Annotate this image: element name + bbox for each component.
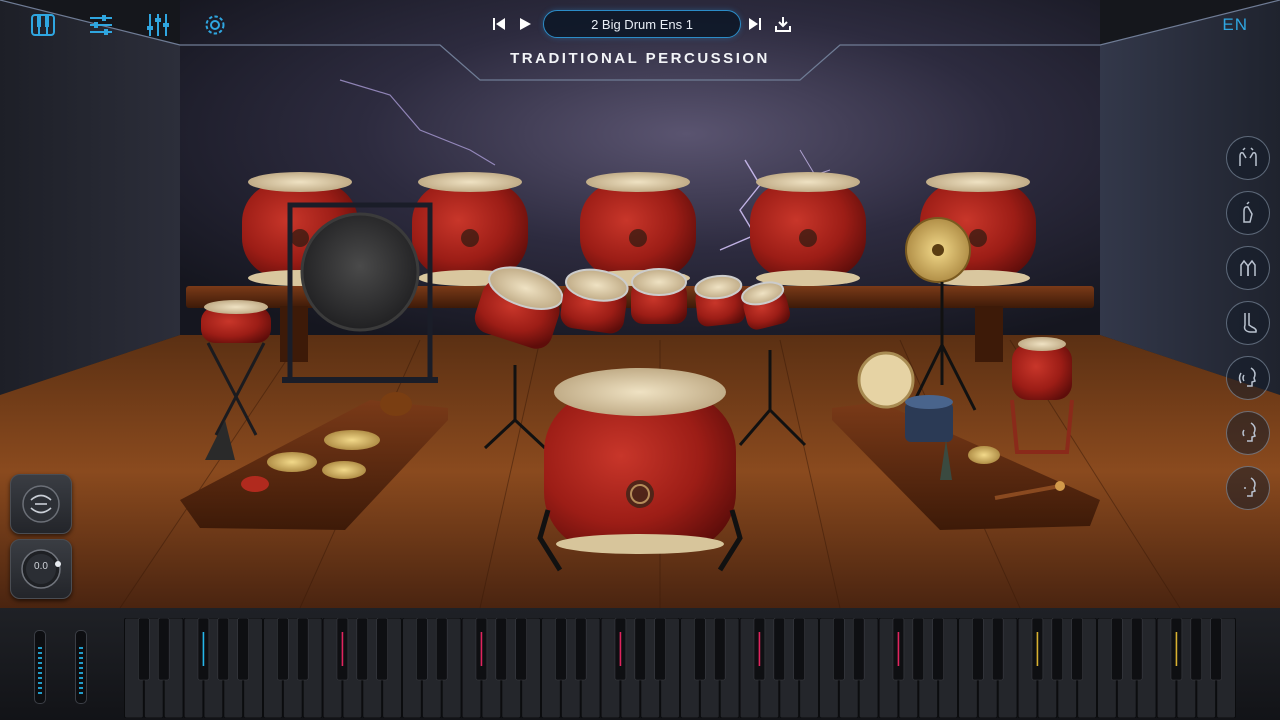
app-window: 2 Big Drum Ens 1 TRADITIONAL PERCUSSION …	[0, 0, 1280, 720]
black-key[interactable]	[1071, 618, 1083, 681]
foot-icon	[1243, 313, 1257, 333]
download-icon	[775, 17, 791, 32]
instrument-stage: 2 Big Drum Ens 1 TRADITIONAL PERCUSSION …	[0, 0, 1280, 608]
black-key[interactable]	[217, 618, 230, 681]
voice-3-icon	[1244, 477, 1256, 497]
black-key[interactable]	[376, 618, 388, 681]
black-key[interactable]	[138, 618, 150, 681]
voice-1-icon	[1238, 367, 1256, 387]
black-key[interactable]	[1051, 618, 1064, 681]
black-key[interactable]	[416, 618, 428, 681]
preset-name: 2 Big Drum Ens 1	[591, 16, 693, 32]
transport-bar: 2 Big Drum Ens 1	[488, 10, 798, 38]
next-icon	[749, 18, 761, 30]
black-key[interactable]	[713, 618, 726, 681]
black-key[interactable]	[852, 618, 865, 681]
black-key[interactable]	[833, 618, 845, 681]
play-button[interactable]	[514, 13, 536, 35]
black-key[interactable]	[694, 618, 706, 681]
gear-icon	[205, 15, 225, 35]
two-hands-icon	[1239, 147, 1257, 166]
reverb-knob[interactable]	[10, 474, 72, 534]
equalizer-button[interactable]	[143, 10, 173, 40]
articulation-two-hands-button[interactable]	[1226, 136, 1270, 180]
articulation-foot-button[interactable]	[1226, 301, 1270, 345]
black-key[interactable]	[1190, 618, 1203, 681]
clap-icon	[1240, 259, 1256, 276]
black-key[interactable]	[991, 618, 1004, 681]
black-key[interactable]	[634, 618, 647, 681]
pitch-wheel[interactable]	[34, 630, 46, 704]
black-key[interactable]	[932, 618, 944, 681]
next-preset-button[interactable]	[744, 13, 766, 35]
black-key[interactable]	[793, 618, 805, 681]
play-icon	[520, 18, 531, 30]
mod-wheel[interactable]	[75, 630, 87, 704]
volume-knob[interactable]: 0.0	[10, 539, 72, 599]
title-plate: TRADITIONAL PERCUSSION	[440, 38, 840, 80]
black-key[interactable]	[773, 618, 786, 681]
black-key[interactable]	[277, 618, 289, 681]
black-key[interactable]	[237, 618, 249, 681]
voice-2-icon	[1242, 422, 1256, 442]
save-preset-button[interactable]	[772, 13, 794, 35]
black-key[interactable]	[495, 618, 508, 681]
preset-selector[interactable]: 2 Big Drum Ens 1	[543, 10, 741, 38]
black-key[interactable]	[574, 618, 587, 681]
black-key[interactable]	[654, 618, 666, 681]
articulation-voice-2-button[interactable]	[1226, 411, 1270, 455]
articulation-voice-1-button[interactable]	[1226, 356, 1270, 400]
settings-button[interactable]	[200, 10, 230, 40]
piano-keyboard[interactable]	[124, 618, 1236, 718]
black-key[interactable]	[296, 618, 309, 681]
black-key[interactable]	[972, 618, 984, 681]
mixer-icon	[90, 15, 112, 35]
black-key[interactable]	[912, 618, 925, 681]
volume-knob-value: 0.0	[34, 561, 48, 572]
instrument-title: TRADITIONAL PERCUSSION	[510, 50, 770, 67]
black-key[interactable]	[157, 618, 170, 681]
mixer-button[interactable]	[86, 10, 116, 40]
stage-scene	[0, 0, 1280, 608]
language-selector[interactable]: EN	[1222, 15, 1248, 35]
articulation-voice-3-button[interactable]	[1226, 466, 1270, 510]
black-key[interactable]	[555, 618, 567, 681]
black-key[interactable]	[1130, 618, 1143, 681]
rotate-icon	[22, 485, 60, 523]
single-hand-icon	[1243, 201, 1253, 223]
black-key[interactable]	[435, 618, 448, 681]
equalizer-icon	[147, 14, 169, 36]
keyboard-icon	[31, 14, 55, 36]
black-key[interactable]	[356, 618, 369, 681]
previous-preset-button[interactable]	[488, 13, 510, 35]
black-key[interactable]	[1111, 618, 1123, 681]
articulation-clap-button[interactable]	[1226, 246, 1270, 290]
previous-icon	[493, 18, 505, 30]
articulation-single-hand-button[interactable]	[1226, 191, 1270, 235]
black-key[interactable]	[515, 618, 527, 681]
black-key[interactable]	[1210, 618, 1222, 681]
keyboard-view-button[interactable]	[28, 10, 58, 40]
